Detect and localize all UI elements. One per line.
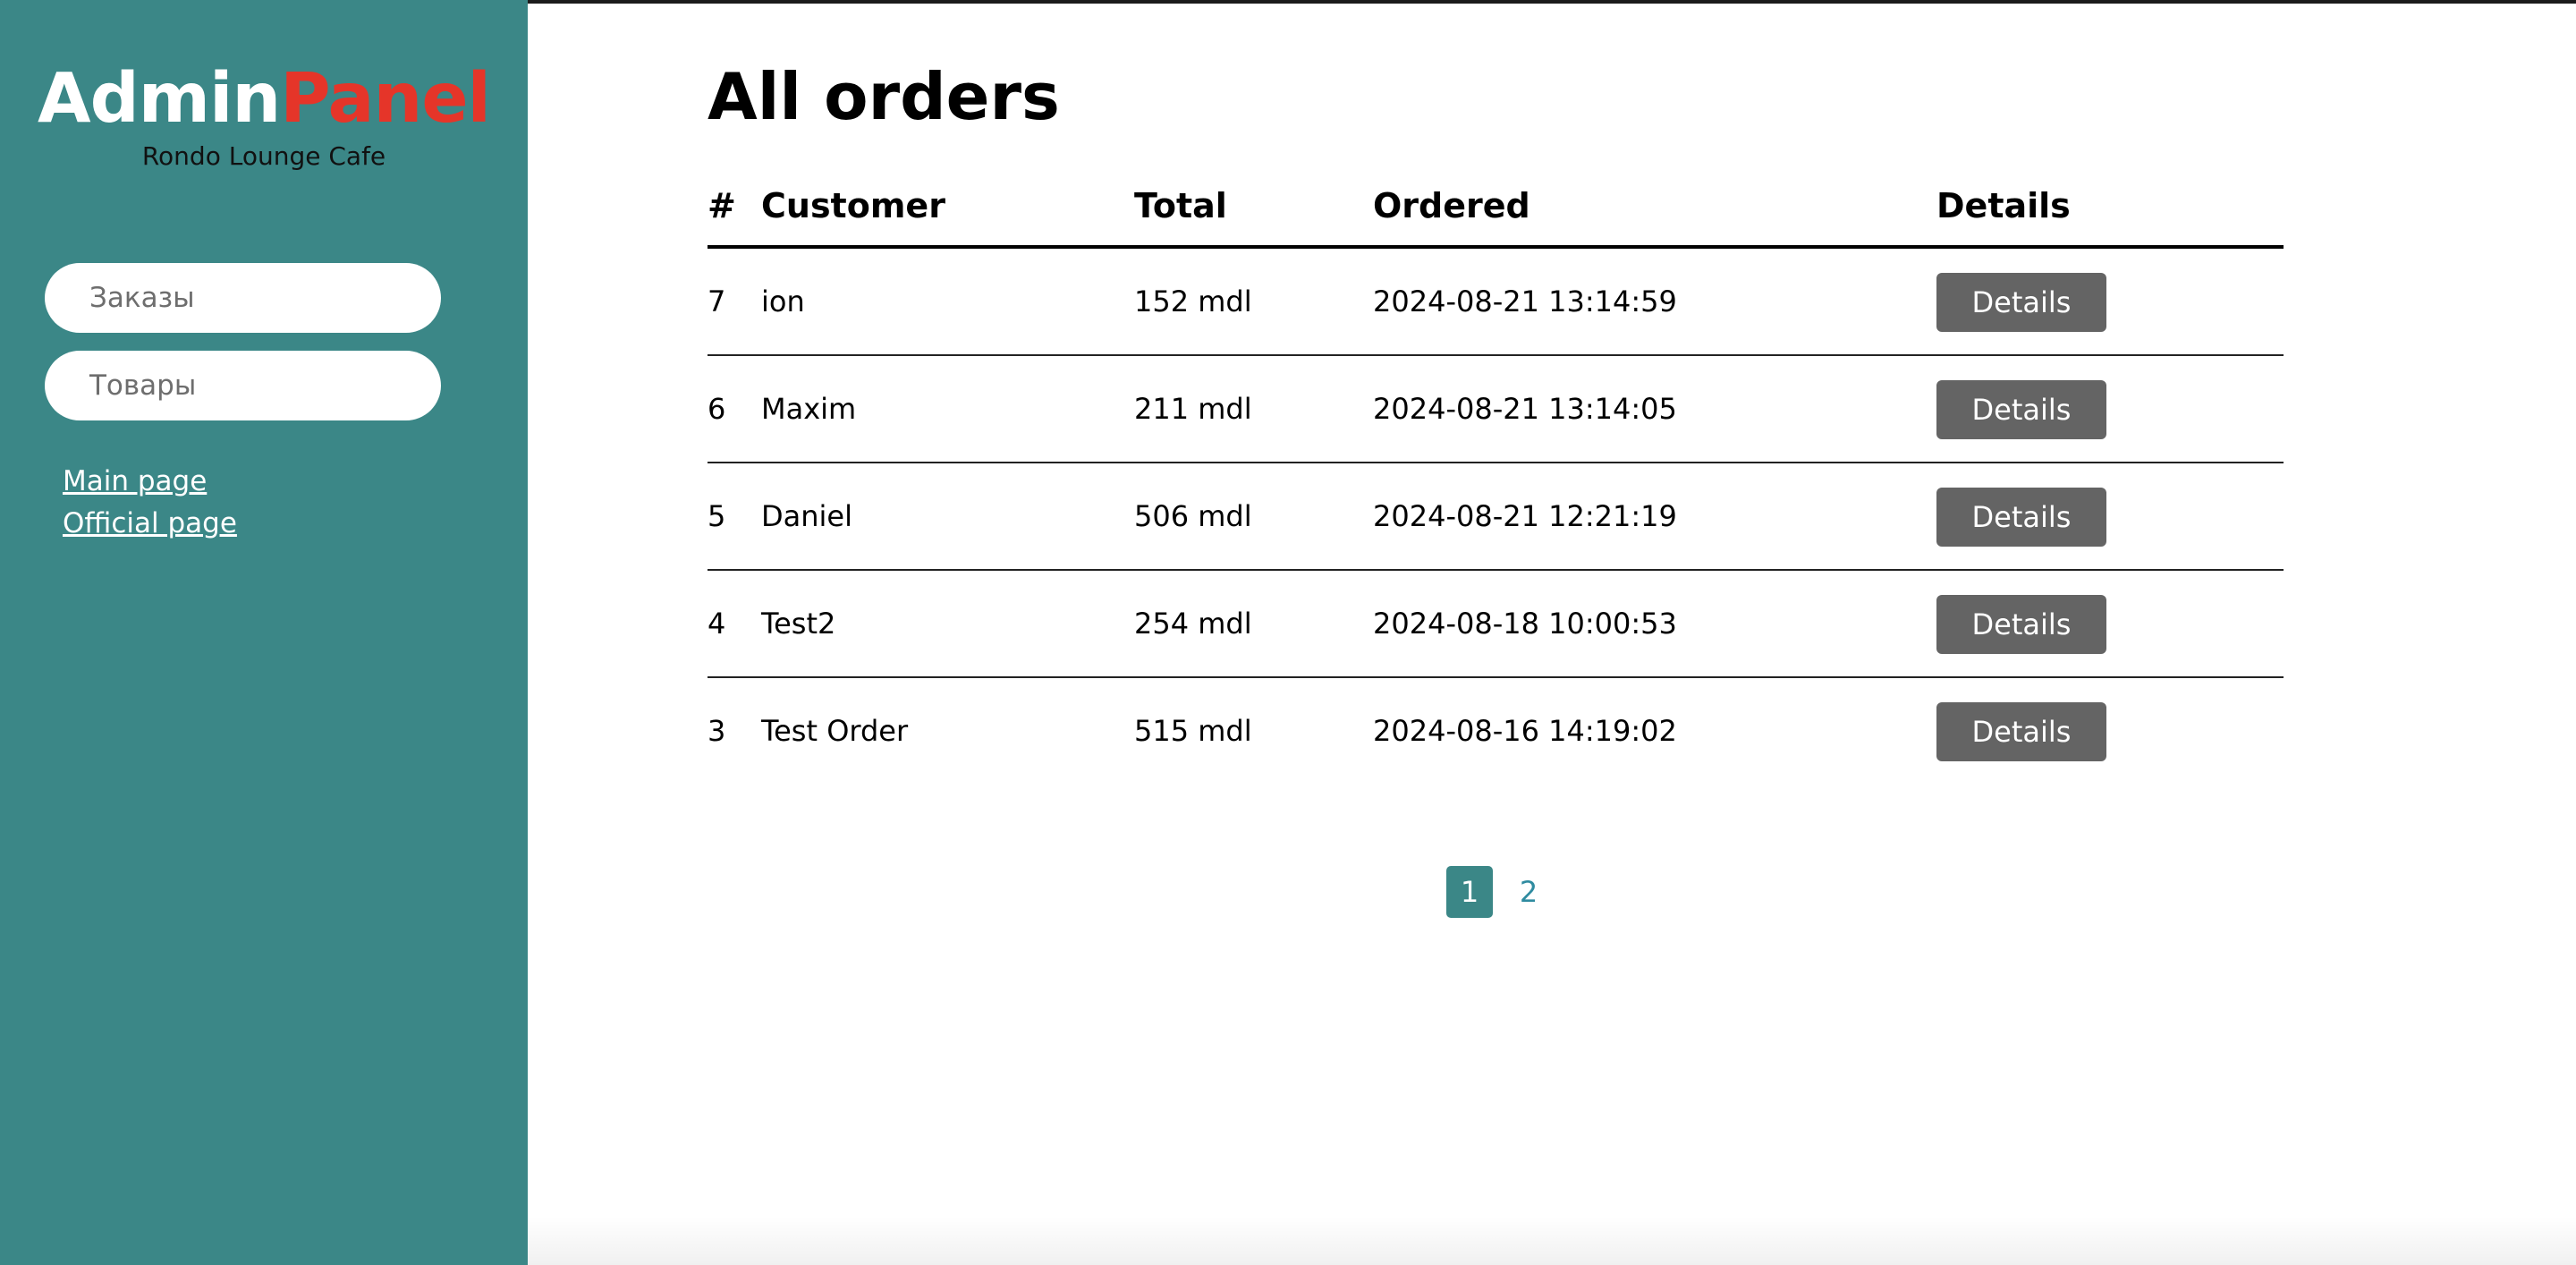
order-date: 2024-08-18 10:00:53 [1373,607,1677,641]
order-number: 6 [708,392,726,426]
order-total: 515 mdl [1134,714,1252,748]
brand-text-panel: Panel [280,59,491,139]
order-number: 7 [708,284,726,318]
order-number: 5 [708,499,726,533]
order-number: 3 [708,714,726,748]
order-customer: Daniel [761,499,852,533]
official-page-link[interactable]: Official page [63,507,237,539]
page-button-next[interactable]: 2 [1493,866,1564,918]
order-customer: Test Order [761,714,909,748]
nav-button-products[interactable]: Товары [45,351,441,420]
sidebar: AdminPanel Rondo Lounge Cafe Заказы Това… [0,0,528,1265]
details-button[interactable]: Details [1936,380,2106,439]
orders-table: # Customer Total Ordered Details 7 ion 1… [708,179,2284,785]
table-row: 7 ion 152 mdl 2024-08-21 13:14:59 Detail… [708,249,2284,356]
page-button-current[interactable]: 1 [1446,866,1493,918]
brand-text-admin: Admin [38,59,281,139]
order-customer: Maxim [761,392,857,426]
brand-logo: AdminPanel [0,59,528,139]
table-row: 5 Daniel 506 mdl 2024-08-21 12:21:19 Det… [708,463,2284,571]
order-customer: Test2 [761,607,836,641]
header-ordered: Ordered [1373,186,1530,225]
order-total: 254 mdl [1134,607,1252,641]
details-button[interactable]: Details [1936,702,2106,761]
header-details: Details [1936,186,2071,225]
order-date: 2024-08-21 13:14:05 [1373,392,1677,426]
header-customer: Customer [761,186,945,225]
main-page-link[interactable]: Main page [63,465,207,497]
details-button[interactable]: Details [1936,488,2106,547]
order-customer: ion [761,284,805,318]
brand-subtitle: Rondo Lounge Cafe [141,141,386,171]
table-row: 3 Test Order 515 mdl 2024-08-16 14:19:02… [708,678,2284,785]
bottom-shadow [528,1217,2576,1265]
order-date: 2024-08-21 13:14:59 [1373,284,1677,318]
details-button[interactable]: Details [1936,595,2106,654]
order-total: 506 mdl [1134,499,1252,533]
details-button[interactable]: Details [1936,273,2106,332]
nav-button-orders[interactable]: Заказы [45,263,441,333]
order-number: 4 [708,607,726,641]
page-title: All orders [708,59,1060,134]
order-date: 2024-08-21 12:21:19 [1373,499,1677,533]
header-total: Total [1134,186,1227,225]
header-num: # [708,186,736,225]
table-header: # Customer Total Ordered Details [708,179,2284,249]
table-row: 6 Maxim 211 mdl 2024-08-21 13:14:05 Deta… [708,356,2284,463]
order-date: 2024-08-16 14:19:02 [1373,714,1677,748]
table-row: 4 Test2 254 mdl 2024-08-18 10:00:53 Deta… [708,571,2284,678]
order-total: 211 mdl [1134,392,1252,426]
order-total: 152 mdl [1134,284,1252,318]
admin-app: AdminPanel Rondo Lounge Cafe Заказы Това… [0,0,2576,1265]
